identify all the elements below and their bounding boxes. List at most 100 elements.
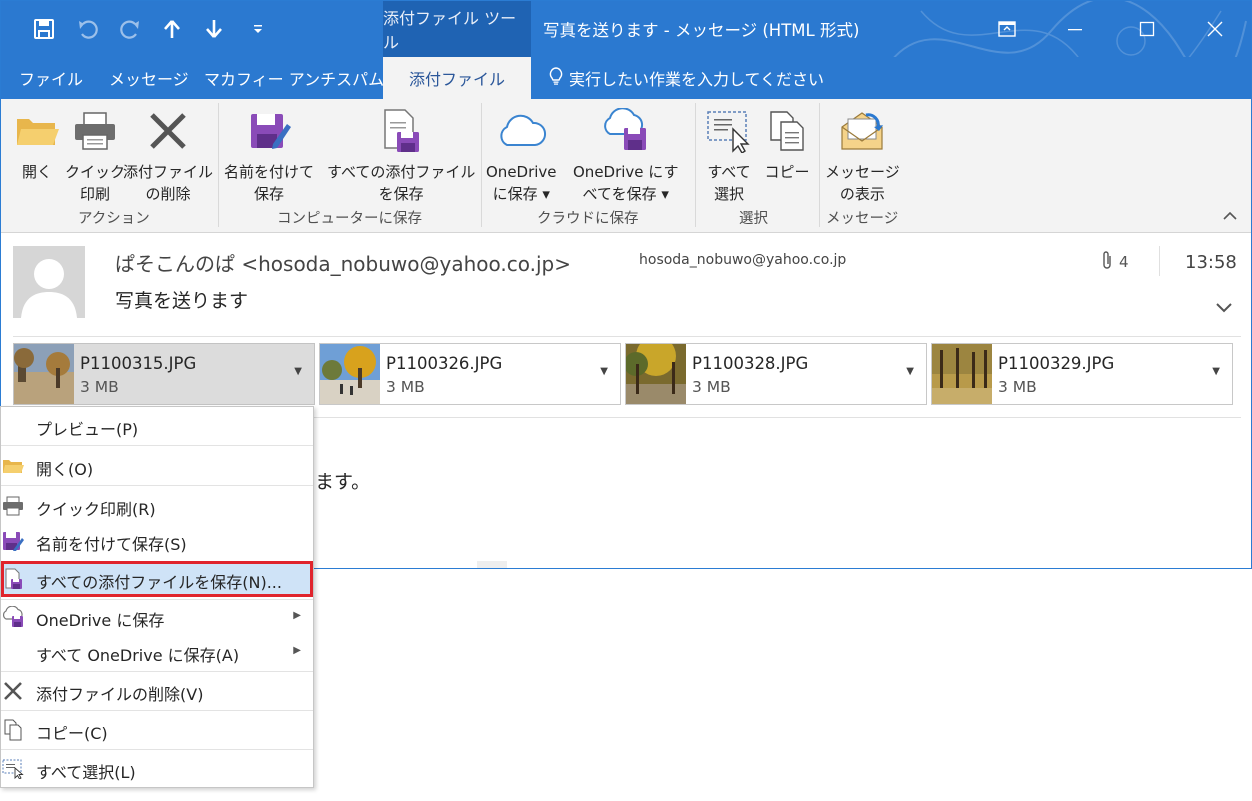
folder-open-icon (1, 455, 25, 477)
menu-item-quick-print[interactable]: クイック印刷(R) (1, 489, 313, 523)
chevron-down-icon[interactable] (1215, 300, 1233, 318)
cloud-icon (493, 103, 549, 159)
group-label-select: 選択 (739, 211, 768, 227)
menu-separator (1, 671, 313, 672)
menu-item-save-all-to-onedrive[interactable]: すべて OneDrive に保存(A) ▶ (1, 635, 313, 669)
menu-item-preview[interactable]: プレビュー(P) (1, 409, 313, 443)
menu-item-save-as[interactable]: 名前を付けて保存(S) (1, 524, 313, 558)
attachment-item[interactable]: P1100328.JPG 3 MB ▼ (625, 343, 927, 405)
ribbon: 開く クイック 印刷 添付ファイル の削除 アクション 名前を付けて 保存 すべ… (1, 99, 1251, 233)
close-icon[interactable] (1195, 11, 1235, 47)
attachment-item[interactable]: P1100329.JPG 3 MB ▼ (931, 343, 1233, 405)
attachment-name: P1100326.JPG (386, 354, 503, 373)
arrow-up-icon[interactable] (157, 15, 187, 43)
printer-icon (1, 495, 25, 517)
arrow-down-icon[interactable] (199, 15, 229, 43)
ribbon-separator (218, 103, 219, 227)
ribbon-display-options-icon[interactable] (987, 11, 1027, 47)
avatar (13, 246, 85, 318)
save-all-label-2: を保存 (378, 185, 424, 203)
show-message-button[interactable]: メッセージ の表示 (825, 103, 900, 205)
collapse-ribbon-icon[interactable] (1223, 209, 1237, 225)
maximize-icon[interactable] (1127, 11, 1167, 47)
menu-item-label: OneDrive に保存 (36, 611, 165, 630)
save-to-onedrive-label-1: OneDrive (486, 163, 557, 181)
cloud-save-icon (1, 606, 25, 628)
tab-file[interactable]: ファイル (19, 57, 83, 99)
open-button[interactable]: 開く (9, 103, 65, 183)
lightbulb-icon (549, 67, 563, 89)
menu-item-copy[interactable]: コピー(C) (1, 713, 313, 747)
image-thumbnail (320, 344, 380, 404)
dropdown-arrow-icon[interactable]: ▼ (906, 366, 914, 377)
save-all-attachments-button[interactable]: すべての添付ファイル を保存 (327, 103, 475, 205)
cloud-save-icon (598, 103, 654, 159)
copy-icon (759, 103, 815, 159)
sent-time: 13:58 (1185, 252, 1237, 273)
menu-item-label: すべての添付ファイルを保存(N)... (36, 573, 282, 592)
tab-attachments[interactable]: 添付ファイル (383, 57, 531, 99)
menu-item-save-to-onedrive[interactable]: OneDrive に保存 ▶ (1, 600, 313, 634)
divider (13, 336, 1241, 337)
sender[interactable]: ぱそこんのぱ <hosoda_nobuwo@yahoo.co.jp> (115, 248, 571, 277)
group-label-save-to-computer: コンピューターに保存 (277, 211, 422, 227)
menu-item-label: コピー(C) (36, 724, 108, 743)
save-all-icon (1, 568, 25, 590)
menu-item-remove-attachment[interactable]: 添付ファイルの削除(V) (1, 674, 313, 708)
menu-item-label: すべて OneDrive に保存(A) (36, 646, 240, 665)
save-all-to-onedrive-button[interactable]: OneDrive にす べてを保存 ▾ (573, 103, 678, 205)
undo-icon[interactable] (73, 15, 103, 43)
save-all-label-1: すべての添付ファイル (327, 163, 476, 181)
ribbon-separator (819, 103, 820, 227)
menu-item-save-all-attachments[interactable]: すべての添付ファイルを保存(N)... (1, 561, 313, 597)
quick-print-button[interactable]: クイック 印刷 (65, 103, 125, 205)
ribbon-tabs: ファイル メッセージ マカフィー アンチスパム 添付ファイル 実行したい作業を入… (1, 57, 1251, 99)
menu-item-open[interactable]: 開く(O) (1, 449, 313, 483)
save-as-icon (241, 103, 297, 159)
printer-icon (67, 103, 123, 159)
select-all-label-1: すべて (707, 163, 751, 181)
ribbon-separator (695, 103, 696, 227)
save-icon[interactable] (29, 15, 59, 43)
tab-mcafee-antispam[interactable]: マカフィー アンチスパム (204, 57, 384, 99)
menu-separator (1, 710, 313, 711)
save-as-button[interactable]: 名前を付けて 保存 (224, 103, 314, 205)
remove-attachment-button[interactable]: 添付ファイル の削除 (123, 103, 213, 205)
remove-attachment-label-1: 添付ファイル (123, 163, 214, 181)
tab-message[interactable]: メッセージ (109, 57, 189, 99)
title-bar: 添付ファイル ツール 写真を送ります - メッセージ (HTML 形式) (1, 1, 1251, 98)
dropdown-arrow-icon[interactable]: ▼ (600, 366, 608, 377)
remove-attachment-label-2: の削除 (145, 185, 191, 203)
menu-separator (1, 445, 313, 446)
select-all-button[interactable]: すべて 選択 (701, 103, 757, 205)
tell-me-placeholder: 実行したい作業を入力してください (569, 70, 825, 89)
redo-icon[interactable] (115, 15, 145, 43)
message-header: ぱそこんのぱ <hosoda_nobuwo@yahoo.co.jp> hosod… (1, 234, 1251, 337)
select-all-icon (1, 758, 25, 780)
submenu-arrow-icon: ▶ (293, 610, 301, 621)
group-label-actions: アクション (78, 211, 150, 227)
quick-print-label-2: 印刷 (80, 185, 111, 203)
copy-button[interactable]: コピー (759, 103, 815, 183)
attachment-count: 4 (1101, 250, 1129, 274)
window-title: 写真を送ります - メッセージ (HTML 形式) (543, 21, 860, 40)
save-all-icon (373, 103, 429, 159)
menu-item-select-all[interactable]: すべて選択(L) (1, 752, 313, 786)
customize-qat-icon[interactable] (243, 15, 273, 43)
attachment-item[interactable]: P1100315.JPG 3 MB ▼ (13, 343, 315, 405)
save-to-onedrive-button[interactable]: OneDrive に保存 ▾ (486, 103, 557, 205)
attachment-size: 3 MB (80, 378, 119, 396)
show-message-label-1: メッセージ (825, 163, 900, 181)
group-label-message: メッセージ (826, 211, 899, 227)
minimize-icon[interactable] (1055, 11, 1095, 47)
menu-item-label: 添付ファイルの削除(V) (36, 685, 204, 704)
save-to-onedrive-label-2: に保存 ▾ (492, 185, 550, 203)
recipient[interactable]: hosoda_nobuwo@yahoo.co.jp (639, 252, 846, 268)
tell-me-box[interactable]: 実行したい作業を入力してください (549, 57, 824, 99)
submenu-arrow-icon: ▶ (293, 645, 301, 656)
dropdown-arrow-icon[interactable]: ▼ (294, 366, 302, 377)
attachment-item[interactable]: P1100326.JPG 3 MB ▼ (319, 343, 621, 405)
image-thumbnail (14, 344, 74, 404)
dropdown-arrow-icon[interactable]: ▼ (1212, 366, 1220, 377)
body-fragment (477, 561, 507, 568)
